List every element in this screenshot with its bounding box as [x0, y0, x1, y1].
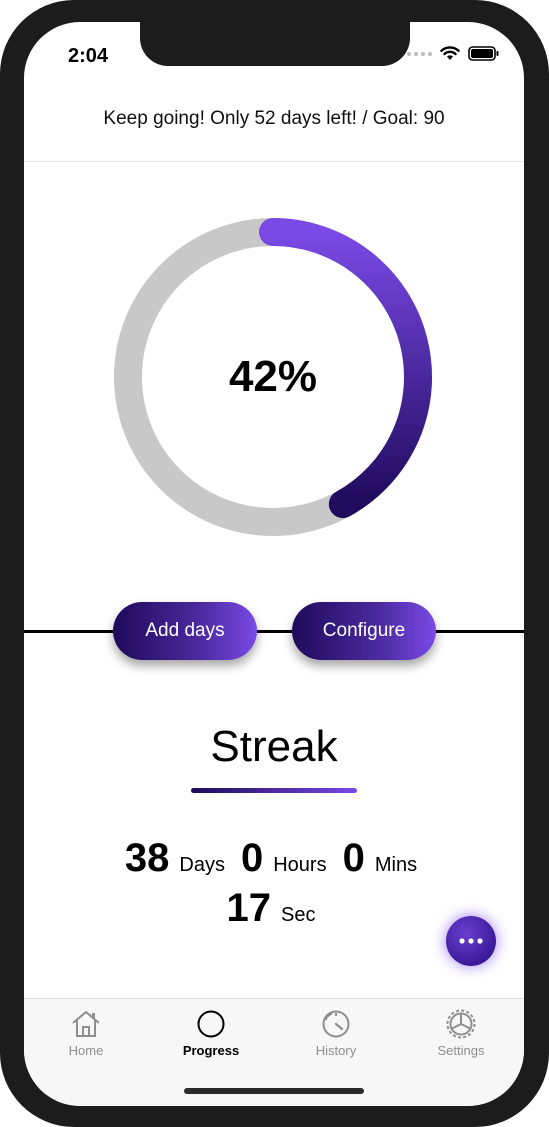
add-days-button[interactable]: Add days: [113, 602, 257, 660]
tab-history[interactable]: History: [286, 1009, 386, 1058]
signal-icon: [407, 51, 432, 56]
streak-mins-value: 0: [342, 836, 365, 880]
tab-history-label: History: [315, 1043, 357, 1058]
streak-days-value: 38: [124, 836, 170, 880]
streak-title: Streak: [210, 722, 338, 771]
tab-progress[interactable]: Progress: [161, 1009, 261, 1058]
streak-hours-unit: Hours: [273, 854, 327, 876]
tab-home[interactable]: Home: [36, 1009, 136, 1058]
more-options-button[interactable]: [446, 916, 496, 966]
device-frame: 2:04 Keep going! Only 52 days left! / Go…: [0, 0, 549, 1127]
status-time: 2:04: [68, 45, 109, 67]
streak-underline: [191, 788, 357, 793]
progress-circle-icon: [197, 1010, 225, 1038]
wifi-icon: [440, 46, 460, 61]
history-timer-icon: [322, 1010, 350, 1038]
home-icon: [72, 1011, 100, 1037]
status-icons: [407, 46, 500, 61]
tab-progress-label: Progress: [182, 1043, 240, 1058]
battery-icon: [468, 46, 500, 61]
progress-percent: 42%: [228, 352, 318, 401]
notch: [140, 22, 410, 66]
streak-hours-value: 0: [240, 836, 264, 880]
more-icon: [459, 938, 483, 944]
streak-timer-row-seconds: 17 Sec: [24, 886, 524, 931]
header-divider: [24, 161, 524, 162]
streak-mins-unit: Mins: [374, 854, 418, 876]
settings-gear-icon: [446, 1009, 476, 1039]
streak-days-unit: Days: [179, 854, 225, 876]
tab-settings[interactable]: Settings: [411, 1009, 511, 1058]
streak-secs-unit: Sec: [281, 904, 316, 926]
actions-divider-line: [24, 630, 524, 633]
streak-secs-value: 17: [226, 886, 272, 930]
app-screen: 2:04 Keep going! Only 52 days left! / Go…: [24, 22, 524, 1106]
tab-home-label: Home: [68, 1043, 104, 1058]
home-indicator: [184, 1088, 364, 1094]
tab-settings-label: Settings: [437, 1043, 485, 1058]
goal-message: Keep going! Only 52 days left! / Goal: 9…: [103, 108, 445, 129]
configure-button[interactable]: Configure: [292, 602, 436, 660]
streak-timer-row: 38 Days 0 Hours 0 Mins: [24, 836, 524, 881]
